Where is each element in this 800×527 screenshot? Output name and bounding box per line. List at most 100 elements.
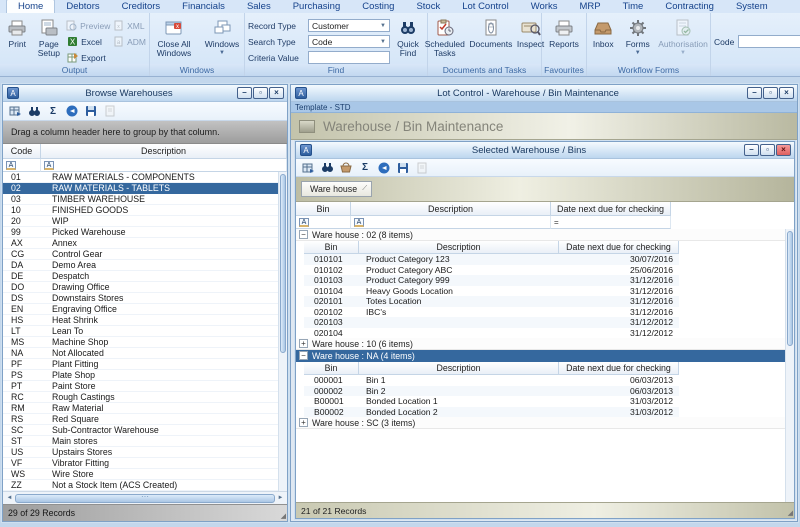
scroll-thumb[interactable] <box>15 494 275 503</box>
table-row[interactable]: 20WIP <box>3 216 287 227</box>
export-grid-icon[interactable] <box>302 162 314 174</box>
refresh-icon[interactable] <box>378 162 390 174</box>
column-header-description[interactable]: Description <box>351 202 551 216</box>
tab-debtors[interactable]: Debtors <box>55 0 110 13</box>
table-row[interactable]: AXAnnex <box>3 238 287 249</box>
maximize-button[interactable]: ▫ <box>763 87 778 99</box>
table-row[interactable]: RMRaw Material <box>3 403 287 414</box>
page-setup-button[interactable]: Page Setup <box>34 15 65 64</box>
table-row[interactable]: B00001Bonded Location 131/03/2012 <box>304 396 679 407</box>
table-row[interactable]: USUpstairs Stores <box>3 447 287 458</box>
tab-lot-control[interactable]: Lot Control <box>451 0 519 13</box>
table-row[interactable]: HSHeat Shrink <box>3 315 287 326</box>
table-row[interactable]: ENEngraving Office <box>3 304 287 315</box>
print-button[interactable]: Print <box>3 15 32 64</box>
resize-grip[interactable]: ◢ <box>788 509 793 517</box>
selected-bins-titlebar[interactable]: A Selected Warehouse / Bins – ▫ × <box>296 142 794 159</box>
quick-find-button[interactable]: Quick Find <box>392 15 424 64</box>
authorisation-button[interactable]: Authorisation ▼ <box>659 15 707 64</box>
maximize-button[interactable]: ▫ <box>760 144 775 156</box>
table-row[interactable]: DSDownstairs Stores <box>3 293 287 304</box>
table-row[interactable]: 020101Totes Location31/12/2016 <box>304 296 679 307</box>
table-row[interactable]: 02010431/12/2012 <box>304 328 679 339</box>
column-header-description[interactable]: Description <box>359 362 559 375</box>
save-icon[interactable] <box>397 162 409 174</box>
table-row[interactable]: 10FINISHED GOODS <box>3 205 287 216</box>
scroll-left-arrow[interactable]: ◄ <box>5 495 14 501</box>
table-row[interactable]: LTLean To <box>3 326 287 337</box>
filter-description-cell[interactable]: A <box>351 216 551 229</box>
xml-button[interactable]: x XML <box>112 19 146 32</box>
tab-mrp[interactable]: MRP <box>568 0 611 13</box>
reports-button[interactable]: Reports <box>545 15 583 64</box>
column-header-code[interactable]: Code <box>3 144 41 159</box>
column-header-bin[interactable]: Bin <box>296 202 351 216</box>
search-type-select[interactable]: Code ▼ <box>308 35 390 48</box>
save-icon[interactable] <box>85 105 97 117</box>
filter-code-cell[interactable]: A <box>3 159 41 172</box>
filter-description-cell[interactable]: A <box>41 159 287 172</box>
tab-financials[interactable]: Financials <box>171 0 236 13</box>
documents-button[interactable]: Documents <box>471 15 511 64</box>
table-row[interactable]: RSRed Square <box>3 414 287 425</box>
table-row[interactable]: 010103Product Category 99931/12/2016 <box>304 275 679 286</box>
record-type-select[interactable]: Customer ▼ <box>308 19 390 32</box>
basket-icon[interactable] <box>340 162 352 174</box>
inbox-button[interactable]: Inbox <box>590 15 617 64</box>
inspect-button[interactable]: Inspect <box>517 15 544 64</box>
table-row[interactable]: SCSub-Contractor Warehouse <box>3 425 287 436</box>
vertical-scrollbar[interactable] <box>278 172 287 491</box>
forms-button[interactable]: Forms ▼ <box>625 15 652 64</box>
shortcut-code-input[interactable] <box>738 35 800 48</box>
table-row[interactable]: 010104Heavy Goods Location31/12/2016 <box>304 286 679 297</box>
filter-bin-cell[interactable]: A <box>296 216 351 229</box>
table-row[interactable]: DADemo Area <box>3 260 287 271</box>
table-row[interactable]: RCRough Castings <box>3 392 287 403</box>
scroll-right-arrow[interactable]: ► <box>276 495 285 501</box>
scheduled-tasks-button[interactable]: Scheduled Tasks <box>425 15 465 64</box>
table-row[interactable]: MSMachine Shop <box>3 337 287 348</box>
attachment-icon[interactable] <box>104 105 116 117</box>
expand-icon[interactable]: + <box>299 418 308 427</box>
collapse-icon[interactable]: − <box>299 351 308 360</box>
table-row[interactable]: 99Picked Warehouse <box>3 227 287 238</box>
tab-home[interactable]: Home <box>6 0 55 13</box>
table-row[interactable]: 01RAW MATERIALS - COMPONENTS <box>3 172 287 183</box>
group-row[interactable]: +Ware house : 10 (6 items) <box>296 338 794 350</box>
table-row[interactable]: ZZNot a Stock Item (ACS Created) <box>3 480 287 491</box>
minimize-button[interactable]: – <box>747 87 762 99</box>
column-header-date[interactable]: Date next due for checking <box>551 202 671 216</box>
column-header-description[interactable]: Description <box>359 241 559 254</box>
table-row[interactable]: 010102Product Category ABC25/06/2016 <box>304 265 679 276</box>
export-button[interactable]: Export <box>66 51 110 64</box>
table-row[interactable]: PFPlant Fitting <box>3 359 287 370</box>
sum-sigma-icon[interactable]: Σ <box>47 105 59 117</box>
collapse-icon[interactable]: − <box>299 230 308 239</box>
excel-button[interactable]: X Excel <box>66 35 110 48</box>
tab-purchasing[interactable]: Purchasing <box>282 0 352 13</box>
criteria-value-input[interactable] <box>308 51 390 64</box>
table-row[interactable]: WSWire Store <box>3 469 287 480</box>
vertical-scrollbar[interactable] <box>785 229 794 502</box>
table-row[interactable]: 000002Bin 206/03/2013 <box>304 386 679 397</box>
close-button[interactable]: × <box>779 87 794 99</box>
table-row[interactable]: STMain stores <box>3 436 287 447</box>
table-row[interactable]: 02RAW MATERIALS - TABLETS <box>3 183 287 194</box>
table-row[interactable]: 02010331/12/2012 <box>304 317 679 328</box>
table-row[interactable]: PSPlate Shop <box>3 370 287 381</box>
sum-sigma-icon[interactable]: Σ <box>359 162 371 174</box>
maximize-button[interactable]: ▫ <box>253 87 268 99</box>
minimize-button[interactable]: – <box>744 144 759 156</box>
tab-contracting[interactable]: Contracting <box>654 0 725 13</box>
close-button[interactable]: × <box>776 144 791 156</box>
table-row[interactable]: 000001Bin 106/03/2013 <box>304 375 679 386</box>
find-binoculars-icon[interactable] <box>321 162 333 174</box>
table-row[interactable]: NANot Allocated <box>3 348 287 359</box>
tab-system[interactable]: System <box>725 0 779 13</box>
expand-icon[interactable]: + <box>299 339 308 348</box>
tab-creditors[interactable]: Creditors <box>111 0 172 13</box>
adm-button[interactable]: a ADM <box>112 35 146 48</box>
table-row[interactable]: DODrawing Office <box>3 282 287 293</box>
table-row[interactable]: CGControl Gear <box>3 249 287 260</box>
tab-sales[interactable]: Sales <box>236 0 282 13</box>
